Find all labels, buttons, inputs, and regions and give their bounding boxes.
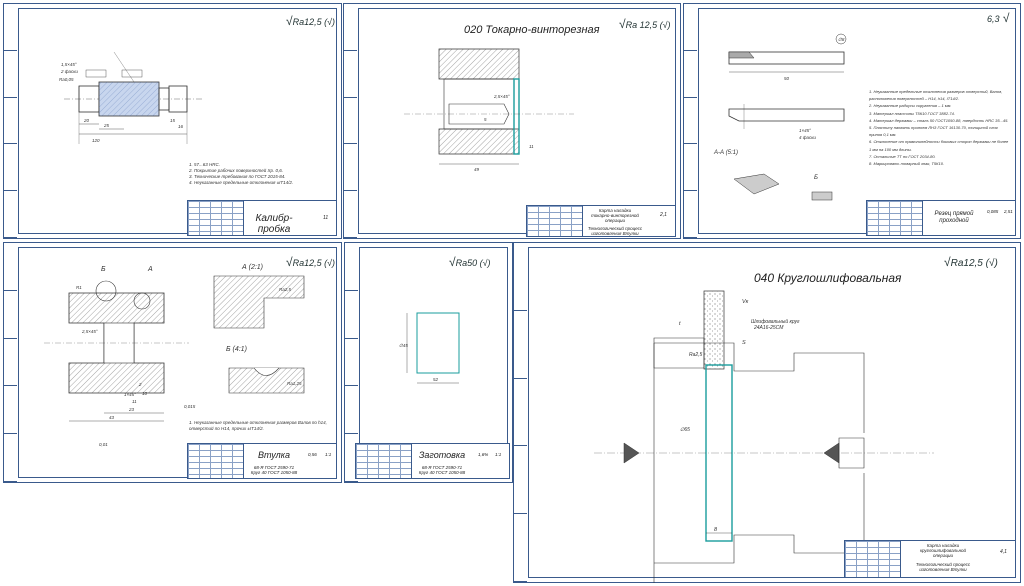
- view-label: Б: [814, 175, 818, 181]
- sheet-blank: √Ra50 (√) ∅45 52 Заготовка 68-Я ГОСТ 259…: [344, 242, 513, 483]
- sheet-bushing: √Ra12,5 (√) 43 23 11 10 2 R1 2,5×45° 1×4…: [3, 242, 342, 483]
- stamp-line: операции: [932, 553, 954, 558]
- dim-23: 23: [128, 407, 135, 412]
- title-block: Резец прямой проходной 0,085 2,51: [866, 200, 1016, 236]
- label-b: Б: [101, 266, 106, 273]
- dim-d65: ∅65: [680, 427, 690, 433]
- gauge-notes: 1. 57...63 HRC. 2. Покрытие рабочих повер…: [189, 162, 294, 185]
- dim-diameter: ∅45: [399, 343, 408, 348]
- dim-length: 52: [433, 377, 439, 382]
- sheet-turning: √Ra 12,5 (√) 020 Токарно-винторезная 49 …: [343, 3, 681, 239]
- title-block: Карта наладки токарно-винторезной операц…: [526, 205, 676, 237]
- detail-b-label: Б (4:1): [226, 346, 247, 353]
- stamp-line: изготовления Втулки: [919, 567, 967, 572]
- dim-circle: ∅8: [838, 37, 845, 42]
- label-a: А: [147, 266, 153, 273]
- sheets-count: 2,51: [1004, 209, 1013, 214]
- drawing-title: Втулка: [257, 450, 291, 460]
- dim-49: 49: [474, 167, 480, 172]
- title-block: Карта наладки круглошлифовальной операци…: [844, 540, 1016, 578]
- dim-rough: Ra0,05: [59, 77, 74, 82]
- title-block: Заготовка 68-Я ГОСТ 2590-71 Круг 40 ГОСТ…: [355, 443, 510, 479]
- dim-50: 50: [784, 76, 790, 81]
- dim-vk: Vк: [742, 299, 749, 305]
- sheet-grinding: √Ra12,5 (√) 040 Круглошлифовальная Vк S …: [513, 242, 1021, 583]
- dim-faces: 4 фаски: [799, 135, 816, 140]
- sheets-count: 2,1: [660, 212, 667, 218]
- material-line: Круг 40 ГОСТ 1050-88: [418, 470, 466, 475]
- dim-10: 10: [142, 391, 148, 396]
- stamp-line: операции: [604, 218, 626, 223]
- dim-25: 25: [103, 123, 110, 128]
- section-label: А-А (5:1): [713, 150, 738, 156]
- dim-chamfer: 2,5×45°: [81, 329, 98, 334]
- sheet-cutter: 6,3 √ 50 ∅8 1×45° 4 фаски А-А (5:1) Б 1.…: [683, 3, 1021, 239]
- grinding-drawing: Vк S t 8 ∅65 Ra2,5 Шлифовальный круг 24А…: [594, 290, 934, 583]
- dim-chamfer: 1×45°: [799, 128, 811, 133]
- dim-flats: 2 фаски: [60, 69, 78, 74]
- dim-length: 120: [92, 138, 100, 143]
- scale-value: 1,6%: [478, 452, 489, 457]
- rough-a: Ra2,5: [279, 287, 292, 292]
- rough-b: Ra1,25: [287, 381, 302, 386]
- dim-chamfer2: 1×45°: [124, 392, 136, 397]
- tol-1: 0,01: [99, 442, 108, 447]
- dim-43: 43: [109, 415, 115, 420]
- drawing-title: Заготовка: [418, 450, 466, 460]
- dim-16: 16: [178, 124, 184, 129]
- dim-11: 11: [132, 399, 137, 404]
- wheel-spec: 24А16-25СМ: [753, 325, 784, 331]
- stamp-line: изготовления Втулки: [591, 231, 639, 236]
- sheets-count: 1:1: [325, 452, 332, 457]
- scale-value: 0,085: [987, 209, 999, 214]
- title-block: Втулка 68-Я ГОСТ 2590-71 Круг 40 ГОСТ 10…: [187, 443, 337, 479]
- dim-rough: Ra2,5: [689, 352, 703, 358]
- dim-8: 8: [714, 527, 718, 533]
- wheel-label: Шлифовальный круг: [751, 318, 800, 325]
- detail-a-label: А (2:1): [241, 264, 263, 271]
- bushing-note: 1. Неуказанные предельные отклонения раз…: [189, 420, 327, 431]
- drawing-title: Калибр-пробка: [255, 213, 293, 235]
- dim-chamfer: 2,5×45°: [493, 94, 510, 99]
- dim-20: 20: [83, 118, 90, 123]
- title-block: Калибр-пробка 11: [187, 200, 337, 236]
- sheets-count: 4,1: [1000, 549, 1007, 555]
- dim-15: 15: [170, 118, 176, 123]
- dim-chamfer: 1,5×45°: [61, 62, 77, 67]
- title-line: Резец прямой: [934, 211, 974, 217]
- title-line: проходной: [939, 218, 969, 224]
- dim-t: t: [679, 321, 681, 327]
- dim-11: 11: [529, 144, 534, 149]
- sheets-count: 1:1: [495, 452, 502, 457]
- sheet-gauge: √Ra12,5 (√) 120 20 25 15 16 1,5×45° 2 фа…: [3, 3, 342, 239]
- sheets-count: 11: [323, 215, 329, 221]
- cutter-notes: 1. Неуказанные предельные отклонения раз…: [869, 89, 1009, 167]
- scale-value: 0,56: [308, 452, 317, 457]
- material-line: Круг 40 ГОСТ 1050-88: [250, 470, 298, 475]
- dim-s: S: [742, 340, 746, 346]
- dim-2: 2: [138, 382, 142, 387]
- dim-r1: R1: [76, 285, 82, 290]
- tol-2: 0,015: [184, 404, 196, 409]
